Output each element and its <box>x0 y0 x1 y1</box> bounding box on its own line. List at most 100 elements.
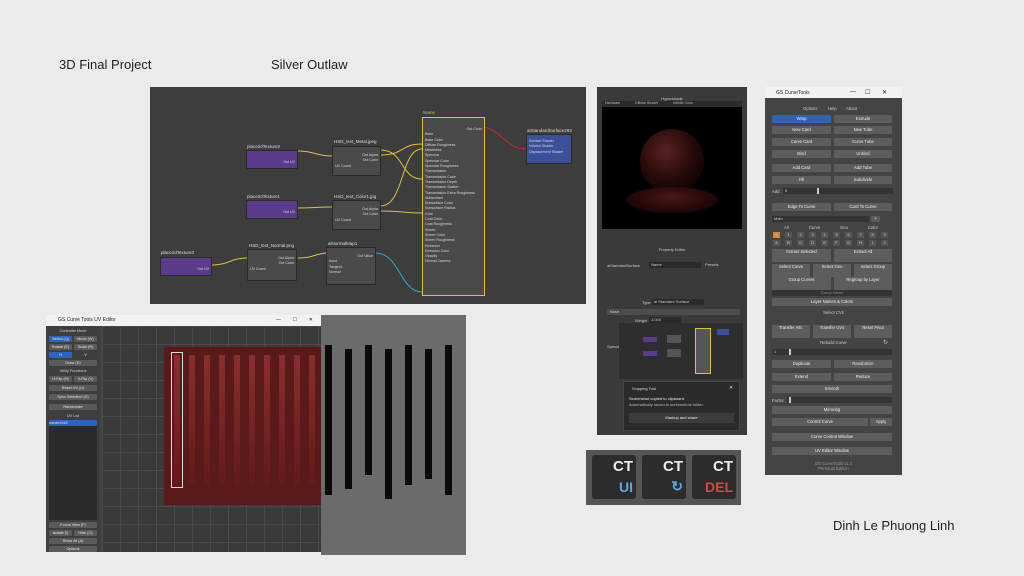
close-icon[interactable]: ✕ <box>882 89 887 96</box>
draw-button[interactable]: Draw (D) <box>49 360 97 366</box>
add-count-slider-handle[interactable] <box>817 188 819 194</box>
hide-button[interactable]: Hide (O) <box>74 530 97 536</box>
subdivide-button[interactable]: Subdivide <box>834 176 892 184</box>
layer-button[interactable]: 3 <box>809 232 816 238</box>
node-place2d-2[interactable]: Out UV <box>246 150 298 169</box>
card-to-curve-button[interactable]: Card To Curve <box>834 203 892 211</box>
snipping-toast[interactable]: Snipping Tool ✕ Screenshot copied to cli… <box>623 381 740 431</box>
uv-list-item[interactable]: curveUV#2 <box>49 420 97 426</box>
select-mode-button[interactable]: Select (Q) <box>49 336 72 342</box>
layer-button[interactable]: 9 <box>881 232 888 238</box>
edge-to-curve-button[interactable]: Edge To Curve <box>772 203 831 211</box>
move-mode-button[interactable]: Move (W) <box>74 336 97 342</box>
rebuild-field[interactable]: 1 <box>772 349 892 355</box>
layer-button[interactable]: J <box>881 240 888 246</box>
layer-tab-all[interactable]: All <box>784 225 789 230</box>
scale-mode-button[interactable]: Scale (R) <box>74 344 97 350</box>
extend-button[interactable]: Extend <box>772 373 831 381</box>
layer-button[interactable]: I <box>869 240 876 246</box>
layer-tab-geo[interactable]: Geo <box>840 225 848 230</box>
transfer-uvs-button[interactable]: Transfer UVs <box>813 325 851 338</box>
add-layer-button[interactable]: + <box>871 216 880 222</box>
h-toggle[interactable]: H <box>49 352 72 358</box>
smooth-button[interactable]: Smooth <box>772 385 892 393</box>
duplicate-button[interactable]: Duplicate <box>772 360 831 368</box>
v-toggle[interactable]: V <box>74 352 97 358</box>
fill-button[interactable]: Fill <box>772 176 831 184</box>
focus-view-button[interactable]: Focus View (F) <box>49 522 97 528</box>
uv-list-box[interactable]: curveUV#2 <box>49 420 97 520</box>
unbind-button[interactable]: Unbind <box>834 150 892 158</box>
layer-button[interactable]: 7 <box>857 232 864 238</box>
layer-name-field[interactable]: Main <box>772 216 869 222</box>
menu-options[interactable]: Options <box>803 106 817 111</box>
curve-tube-button[interactable]: Curve Tube <box>834 138 892 146</box>
reset-pivot-button[interactable]: Reset Pivot <box>854 325 892 338</box>
renderer-select[interactable]: Hardware <box>605 101 620 105</box>
node-place2d-1[interactable]: Out UV <box>246 200 298 219</box>
select-geo-button[interactable]: Select Geo <box>813 264 851 277</box>
layer-button[interactable]: H <box>857 240 864 246</box>
layer-button[interactable]: B <box>785 240 792 246</box>
node-shading-group[interactable]: Surface Shader Volume Shader Displacemen… <box>526 134 572 164</box>
minimize-icon[interactable]: — <box>276 315 281 326</box>
hflip-button[interactable]: H-Flip (H) <box>49 376 72 382</box>
layer-button[interactable]: 4 <box>821 232 828 238</box>
transfer-attr-button[interactable]: Transfer Attr. <box>772 325 810 338</box>
randomize-button[interactable]: Randomize <box>834 360 892 368</box>
layer-button[interactable]: 5 <box>833 232 840 238</box>
extract-selected-button[interactable]: Extract Selected <box>772 249 831 262</box>
env-select[interactable]: Infinite Color <box>673 101 693 105</box>
factor-slider[interactable] <box>787 397 892 403</box>
add-tube-button[interactable]: Add Tube <box>834 164 892 172</box>
regroup-by-layer-button[interactable]: Regroup by Layer <box>834 277 892 290</box>
node-file-metal[interactable]: Out Alpha Out Color UV Coord <box>332 146 381 176</box>
select-curve-button[interactable]: Select Curve <box>772 264 810 277</box>
extract-all-button[interactable]: Extract All <box>834 249 892 262</box>
layer-button[interactable]: 8 <box>869 232 876 238</box>
apply-button[interactable]: Apply <box>870 418 892 426</box>
sync-selection-button[interactable]: Sync Selection (S) <box>49 394 97 400</box>
mode-select[interactable]: Diffuse Shader <box>635 101 658 105</box>
factor-slider-handle[interactable] <box>789 397 791 403</box>
control-curve-button[interactable]: Control Curve <box>772 418 868 426</box>
node-file-normal[interactable]: Out Alpha Out Color UV Coord <box>247 249 297 281</box>
select-cvs-label[interactable]: Select CVs <box>765 310 902 315</box>
layer-button[interactable]: A <box>773 240 780 246</box>
maximize-icon[interactable]: ☐ <box>293 315 297 326</box>
uv-selection-box[interactable] <box>171 352 183 488</box>
mirroring-button[interactable]: Mirroring <box>772 406 892 414</box>
node-place2d-3[interactable]: Out UV <box>160 257 212 276</box>
maximize-icon[interactable]: ☐ <box>865 89 870 96</box>
base-section[interactable]: Base <box>607 309 740 315</box>
node-ai-standard-surface[interactable]: Out Color Base Base Color Diffuse Roughnes… <box>422 117 485 296</box>
rebuild-curve-label[interactable]: Rebuild Curve <box>765 340 902 345</box>
toast-action-button[interactable]: Markup and share <box>629 413 734 423</box>
curve-control-window-button[interactable]: Curve Control Window <box>772 433 892 441</box>
layer-button[interactable]: D <box>809 240 816 246</box>
type-select[interactable]: ai Standard Surface <box>652 299 704 305</box>
add-count-field[interactable]: 5 <box>783 188 893 194</box>
warp-button[interactable]: Warp <box>772 115 831 123</box>
layer-tab-curve[interactable]: Curve <box>809 225 820 230</box>
layer-names-colors-button[interactable]: Layer Names & Colors <box>772 298 892 306</box>
node-normal-map[interactable]: Out Value Input Tangent Normal <box>326 247 376 285</box>
menu-help[interactable]: Help <box>828 106 837 111</box>
node-file-color[interactable]: Out Alpha Out Color UV Coord <box>332 200 381 230</box>
select-group-button[interactable]: Select Group <box>854 264 892 277</box>
layer-button[interactable]: F <box>833 240 840 246</box>
reset-uv-button[interactable]: Reset UV (U) <box>49 385 97 391</box>
toast-close-icon[interactable]: ✕ <box>729 385 733 391</box>
curve-card-button[interactable]: Curve Card <box>772 138 831 146</box>
layer-button[interactable]: G <box>845 240 852 246</box>
layer-tab-color[interactable]: Color <box>868 225 878 230</box>
layer-button[interactable]: E <box>821 240 828 246</box>
uv-editor-window-button[interactable]: UV Editor Window <box>772 447 892 455</box>
rebuild-slider-handle[interactable] <box>789 349 791 355</box>
rotate-mode-button[interactable]: Rotate (E) <box>49 344 72 350</box>
options-button[interactable]: Options <box>49 546 97 552</box>
isolate-button[interactable]: Isolate (I) <box>49 530 72 536</box>
group-curves-button[interactable]: Group Curves <box>772 277 831 290</box>
menu-about[interactable]: About <box>846 106 857 111</box>
layer-button[interactable]: 6 <box>845 232 852 238</box>
